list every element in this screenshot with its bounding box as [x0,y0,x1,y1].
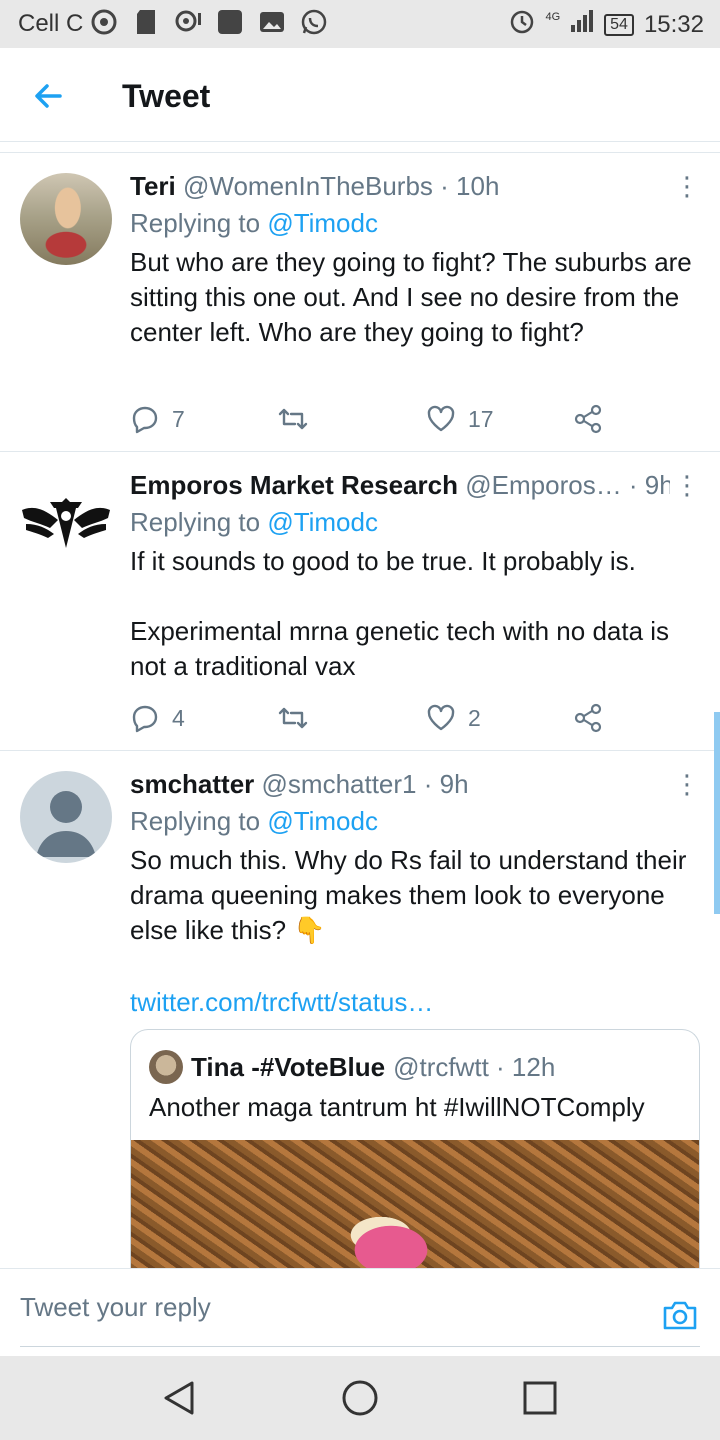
heart-icon [427,405,455,432]
heart-icon [427,704,455,731]
tweet[interactable]: Teri @WomenInTheBurbs · 10h ⋮ Replying t… [0,153,720,452]
like-count: 17 [468,405,494,432]
retweet-button[interactable] [276,703,322,733]
signal-icon [570,9,594,40]
share-icon [574,703,602,733]
camera-icon[interactable] [662,1299,698,1331]
carrier-label: Cell C [18,10,84,37]
more-options-icon[interactable]: ⋮ [674,470,700,500]
avatar[interactable] [20,472,112,564]
replying-to-link[interactable]: @Timodc [267,806,378,836]
network-type: 4G [545,10,561,23]
scrollbar[interactable] [714,712,720,914]
reply-button[interactable]: 7 [130,404,185,434]
notification-icons [90,8,328,36]
tweet-time: · 9h [416,769,469,799]
quoted-tweet[interactable]: Tina -#VoteBlue @trcfwtt · 12h Another m… [130,1029,700,1268]
replying-to: Replying to @Timodc [130,208,378,239]
replying-prefix: Replying to [130,507,268,537]
retweet-icon [278,707,308,729]
share-button[interactable] [574,404,604,434]
reply-input[interactable] [20,1269,700,1347]
reply-icon [132,406,158,434]
tweet-text: So much this. Why do Rs fail to understa… [130,845,687,945]
whatsapp-icon [300,8,328,36]
wifi-hotspot-icon [174,8,202,36]
tweet-actions: 7 17 [130,403,610,435]
author-name[interactable]: Teri [130,171,176,201]
author-handle[interactable]: @WomenInTheBurbs [183,171,433,201]
replying-to: Replying to @Timodc [130,806,378,837]
tweet[interactable]: Emporos Market Research @Emporos… · 9h ⋮… [0,452,720,751]
quoted-author-handle[interactable]: @trcfwtt · 12h [393,1052,555,1083]
page-title: Tweet [122,78,211,114]
tweet-actions: 4 2 [130,702,610,734]
author-name[interactable]: Emporos Market Research [130,470,458,500]
tweet[interactable]: smchatter @smchatter1 · 9h ⋮ Replying to… [0,751,720,1268]
top-app-bar: Tweet [0,48,720,142]
quoted-avatar[interactable] [149,1050,183,1084]
arrow-left-icon[interactable] [30,78,66,114]
app-notification-icon [216,8,244,36]
reply-icon [132,705,158,733]
nav-recents-icon[interactable] [520,1378,560,1418]
gallery-icon [258,8,286,36]
tweet-header: smchatter @smchatter1 · 9h [130,769,670,800]
author-handle[interactable]: @smchatter1 [262,769,417,799]
battery-indicator: 54 [604,13,634,36]
replying-to: Replying to @Timodc [130,507,378,538]
retweet-button[interactable] [276,404,322,434]
quoted-tweet-header: Tina -#VoteBlue @trcfwtt · 12h [149,1050,555,1084]
reply-composer [0,1268,720,1356]
alarm-icon [509,8,535,41]
tweet-header: Teri @WomenInTheBurbs · 10h [130,171,670,202]
like-button[interactable]: 2 [426,703,481,733]
nav-back-icon[interactable] [160,1378,200,1418]
reply-count: 7 [172,405,185,432]
quoted-tweet-text: Another maga tantrum ht #IwillNOTComply [149,1092,645,1122]
tweet-text: If it sounds to good to be true. It prob… [130,546,670,681]
tweet-text: But who are they going to fight? The sub… [130,247,692,347]
author-name[interactable]: smchatter [130,769,254,799]
replying-prefix: Replying to [130,208,268,238]
more-options-icon[interactable]: ⋮ [674,769,700,799]
share-icon [574,404,602,434]
nav-home-icon[interactable] [340,1378,380,1418]
tweet-link[interactable]: twitter.com/trcfwtt/status… [130,987,433,1018]
replying-to-link[interactable]: @Timodc [267,507,378,537]
author-handle[interactable]: @Emporos… [465,470,621,500]
share-button[interactable] [574,703,604,733]
tweet-header: Emporos Market Research @Emporos… · 9h [130,470,670,501]
like-button[interactable]: 17 [426,404,494,434]
reply-count: 4 [172,704,185,731]
quoted-tweet-image[interactable] [131,1140,699,1268]
avatar[interactable] [20,173,112,265]
system-nav-bar [0,1356,720,1440]
replying-to-link[interactable]: @Timodc [267,208,378,238]
retweet-icon [278,408,308,430]
tweet-time: · 9h [621,470,670,500]
more-options-icon[interactable]: ⋮ [674,171,700,201]
chrome-icon [90,8,118,36]
like-count: 2 [468,704,481,731]
default-profile-icon [36,791,96,857]
clock: 15:32 [643,10,704,38]
quoted-author-name[interactable]: Tina -#VoteBlue [191,1052,385,1083]
sd-card-icon [132,8,160,36]
emporos-logo-icon [22,498,110,548]
replying-prefix: Replying to [130,806,268,836]
status-bar: Cell C 4G 54 15:32 [0,0,720,48]
status-right: 4G 54 15:32 [509,8,704,41]
tweet-time: · 10h [432,171,500,201]
avatar[interactable] [20,771,112,863]
reply-button[interactable]: 4 [130,703,185,733]
